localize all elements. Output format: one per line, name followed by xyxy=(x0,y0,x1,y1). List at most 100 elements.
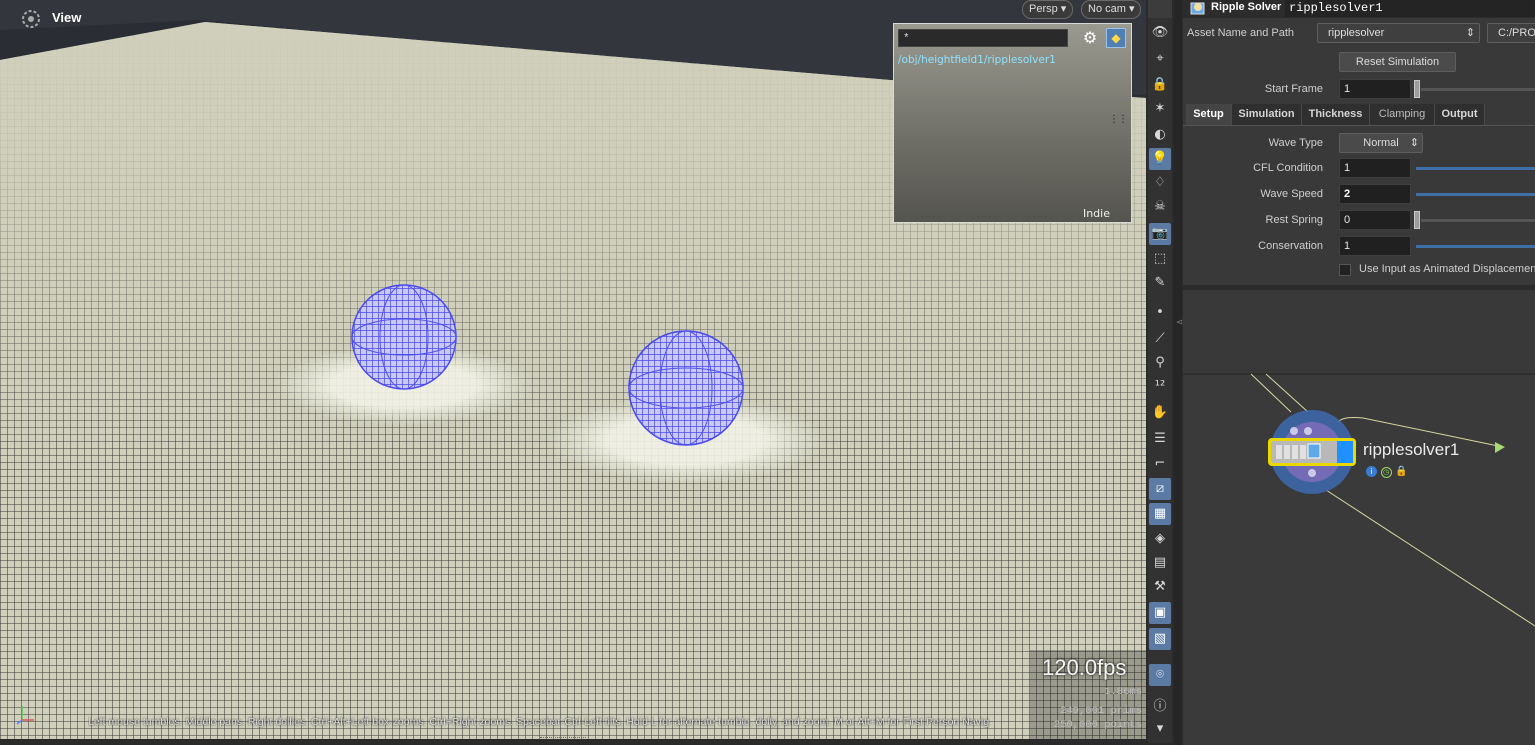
ripplesolver-node[interactable] xyxy=(1268,438,1356,466)
asset-name-field[interactable]: ripplesolver ⇕ xyxy=(1317,23,1480,43)
node-type-label: Ripple Solver xyxy=(1211,1,1282,13)
filter-input[interactable]: * xyxy=(898,29,1068,47)
sphere-wireframe[interactable] xyxy=(351,284,457,390)
light-icon[interactable]: ✶ xyxy=(1149,98,1171,120)
axis-gnomon-icon xyxy=(16,706,34,725)
checker-icon[interactable]: ▦ xyxy=(1149,503,1171,525)
conservation-label: Conservation xyxy=(1258,240,1323,252)
asset-label: Asset Name and Path xyxy=(1187,27,1295,39)
navigation-help-text: Left mouse tumbles. Middle pans. Right d… xyxy=(88,716,990,728)
wave-speed-input[interactable]: 2 xyxy=(1339,184,1411,204)
ripple-solver-icon xyxy=(1190,2,1205,15)
mesh-icon[interactable]: ▤ xyxy=(1149,552,1171,574)
start-frame-slider[interactable] xyxy=(1421,88,1535,91)
wave-type-dropdown[interactable]: Normal ⇕ xyxy=(1339,133,1423,153)
bulb-outline-icon[interactable]: ♢ xyxy=(1149,172,1171,194)
updown-arrow-icon: ⇕ xyxy=(1465,27,1475,39)
tab-output[interactable]: Output xyxy=(1435,104,1485,125)
viewport-resize-handle[interactable] xyxy=(540,737,586,739)
paint-icon[interactable]: ✋ xyxy=(1149,402,1171,424)
wave-speed-label: Wave Speed xyxy=(1260,188,1323,200)
skull-icon[interactable]: ☠ xyxy=(1149,196,1171,218)
tab-clamping[interactable]: Clamping xyxy=(1370,104,1435,125)
lock-icon[interactable]: 🔒 xyxy=(1149,74,1171,96)
prims-count: 249,001 prims xyxy=(1060,705,1142,717)
location-icon[interactable]: ⌾ xyxy=(1149,664,1171,686)
scene-viewport[interactable]: View Persp ▾ No cam ▾ * ⚙ ◆ /obj/heightf… xyxy=(0,0,1146,739)
lock-badge-icon[interactable]: 🔒 xyxy=(1395,466,1407,477)
animated-displacement-label: Use Input as Animated Displacement xyxy=(1359,263,1535,275)
network-canvas[interactable] xyxy=(1183,290,1535,745)
parameter-pane: Ripple Solver ripplesolver1 Asset Name a… xyxy=(1183,0,1535,285)
camera-icon[interactable]: 📷 xyxy=(1149,223,1171,245)
viewport-toolbar: 👁 ⌖ 🔒 ✶ ◐ 💡 ♢ ☠ 📷 ⬚ ✎ • ⟋ ⚲ ¹² ✋ ☰ ⌐ ⧄ ▦… xyxy=(1148,18,1172,743)
brush-icon[interactable]: ✎ xyxy=(1149,272,1171,294)
persp-dropdown[interactable]: Persp ▾ xyxy=(1022,0,1074,19)
cfl-condition-input[interactable]: 1 xyxy=(1339,158,1411,178)
arrow-down-icon[interactable]: ▾ xyxy=(1149,718,1171,740)
sculpt-icon[interactable]: ⧄ xyxy=(1149,478,1171,500)
pin-icon[interactable]: ◆ xyxy=(1106,28,1126,48)
viewport-title: View xyxy=(52,10,82,25)
toolbar-header xyxy=(1148,0,1172,18)
grab-icon[interactable]: ☰ xyxy=(1149,428,1171,450)
tab-setup[interactable]: Setup xyxy=(1186,104,1232,125)
node-label[interactable]: ripplesolver1 xyxy=(1363,440,1459,460)
point-icon[interactable]: • xyxy=(1149,302,1171,324)
cfl-condition-slider[interactable] xyxy=(1416,167,1535,170)
rest-spring-label: Rest Spring xyxy=(1265,214,1323,226)
start-frame-label: Start Frame xyxy=(1264,83,1323,95)
tab-simulation[interactable]: Simulation xyxy=(1232,104,1302,125)
node-name-field[interactable]: ripplesolver1 xyxy=(1285,0,1535,17)
wave-speed-slider[interactable] xyxy=(1416,193,1535,196)
edge-icon[interactable]: ⟋ xyxy=(1149,328,1171,350)
info-badge-icon[interactable]: i xyxy=(1366,466,1377,477)
pane-splitter[interactable]: ⋖ xyxy=(1174,0,1184,745)
points-count: 250,000 points xyxy=(1053,719,1142,731)
box-icon[interactable]: ▣ xyxy=(1149,602,1171,624)
camera-dropdown[interactable]: No cam ▾ xyxy=(1081,0,1142,19)
license-badge: Indie xyxy=(1082,207,1110,220)
gear-icon[interactable]: ⚙ xyxy=(1081,29,1099,47)
wave-type-value: Normal xyxy=(1363,137,1399,149)
rest-spring-input[interactable]: 0 xyxy=(1339,210,1411,230)
node-path[interactable]: /obj/heightfield1/ripplesolver1 xyxy=(898,54,1056,66)
shading-icon[interactable]: ◐ xyxy=(1149,124,1171,146)
select-icon[interactable]: ⬚ xyxy=(1149,248,1171,270)
image-icon[interactable]: ▧ xyxy=(1149,628,1171,650)
rest-spring-slider-knob[interactable] xyxy=(1414,211,1420,229)
snap-icon[interactable]: ⌖ xyxy=(1149,48,1171,70)
bulb-icon[interactable]: 💡 xyxy=(1149,148,1171,170)
tool-icon[interactable]: ⚒ xyxy=(1149,576,1171,598)
resize-handle-icon[interactable]: ⋮⋮ xyxy=(1109,114,1128,125)
frame-time-readout: 1.86ms xyxy=(1104,686,1142,698)
info-icon[interactable]: ⓘ xyxy=(1149,696,1171,718)
start-frame-input[interactable]: 1 xyxy=(1339,79,1411,99)
fps-readout: 120.0fps xyxy=(1042,655,1127,680)
parameter-header: Ripple Solver ripplesolver1 xyxy=(1183,0,1535,18)
reset-simulation-button[interactable]: Reset Simulation xyxy=(1339,52,1456,72)
cook-badge-icon[interactable]: ◷ xyxy=(1380,467,1392,478)
node-badges: i ◷ 🔒 xyxy=(1366,464,1407,478)
diamond-icon[interactable]: ◈ xyxy=(1149,528,1171,550)
asset-path-field[interactable]: C:/PRO xyxy=(1487,23,1535,43)
cfl-condition-label: CFL Condition xyxy=(1253,162,1323,174)
pin-tool-icon[interactable]: ⚲ xyxy=(1149,352,1171,374)
tabs-divider xyxy=(1183,125,1535,126)
sphere-wireframe[interactable] xyxy=(628,330,744,446)
asset-name-value: ripplesolver xyxy=(1328,27,1385,39)
rest-spring-slider[interactable] xyxy=(1421,219,1535,222)
eye-icon[interactable]: 👁 xyxy=(1149,22,1171,44)
houdini-logo-icon[interactable] xyxy=(20,9,42,29)
parameter-mini-panel[interactable]: * ⚙ ◆ /obj/heightfield1/ripplesolver1 ⋮⋮… xyxy=(893,23,1132,223)
number-icon[interactable]: ¹² xyxy=(1149,376,1171,398)
animated-displacement-checkbox[interactable] xyxy=(1339,264,1351,276)
corner-icon[interactable]: ⌐ xyxy=(1149,453,1171,475)
wave-type-label: Wave Type xyxy=(1268,137,1323,149)
conservation-input[interactable]: 1 xyxy=(1339,236,1411,256)
start-frame-slider-knob[interactable] xyxy=(1414,80,1420,98)
conservation-slider[interactable] xyxy=(1416,245,1535,248)
network-editor[interactable]: ripplesolver1 i ◷ 🔒 xyxy=(1183,290,1535,745)
updown-arrow-icon: ⇕ xyxy=(1409,137,1419,149)
tab-thickness[interactable]: Thickness xyxy=(1302,104,1370,125)
